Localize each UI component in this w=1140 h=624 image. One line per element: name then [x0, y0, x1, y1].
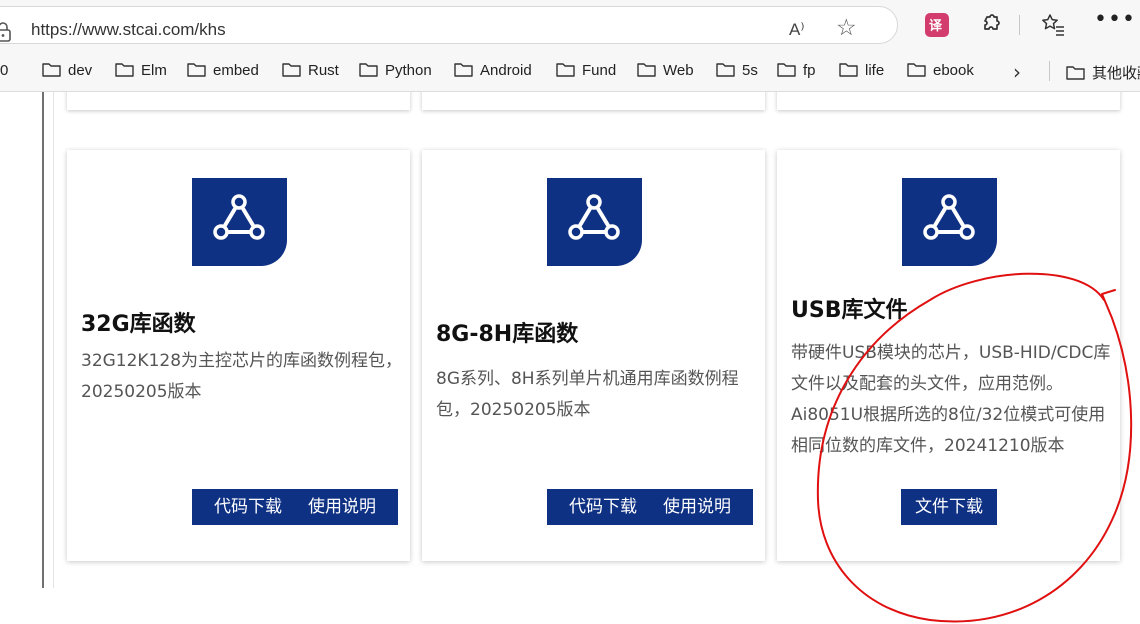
card-description: 32G12K128为主控芯片的库函数例程包，20250205版本	[81, 351, 403, 402]
card-description: 8G系列、8H系列单片机通用库函数例程包，20250205版本	[436, 369, 739, 420]
previous-row-card-3	[777, 92, 1120, 110]
previous-row-card-2	[422, 92, 765, 110]
bookmark-label: embed	[213, 62, 259, 79]
bookmark-folder[interactable]: Web	[637, 62, 694, 82]
folder-icon	[454, 63, 473, 77]
card-logo	[192, 178, 287, 266]
bookmark-label: ebook	[933, 62, 974, 79]
browser-toolbar: https://www.stcai.com/khs A⁾ ☆ 译 •••	[0, 0, 1140, 50]
code-download-button[interactable]: 代码下载	[201, 489, 295, 525]
bookmark-label: life	[865, 62, 885, 79]
folder-icon	[115, 63, 134, 77]
more-menu-button[interactable]: •••	[1094, 9, 1136, 31]
bookmark-label: Python	[385, 62, 432, 79]
card-title: USB库文件	[791, 298, 908, 323]
bookmark-folder[interactable]: 5s	[716, 62, 758, 82]
folder-icon	[187, 63, 206, 77]
card-8g-8h-library: 8G-8H库函数 8G系列、8H系列单片机通用库函数例程包，20250205版本…	[422, 150, 765, 561]
bookmark-folder[interactable]: Python	[359, 62, 432, 82]
card-32g-library: 32G库函数 32G12K128为主控芯片的库函数例程包，20250205版本 …	[67, 150, 410, 561]
toolbar-separator	[1019, 15, 1020, 35]
bookmark-folder[interactable]: dev	[42, 62, 92, 82]
svg-text:译: 译	[929, 19, 943, 34]
bookmark-folder[interactable]: Android	[454, 62, 532, 82]
folder-icon	[637, 63, 656, 77]
bookmark-folder[interactable]: ebook	[907, 62, 974, 82]
folder-icon	[777, 63, 796, 77]
translate-icon[interactable]: 译	[924, 12, 950, 38]
bookmark-label: dev	[68, 62, 93, 79]
lock-icon[interactable]	[0, 21, 12, 43]
share-nodes-icon	[923, 194, 975, 240]
bookmark-folder[interactable]: Elm	[115, 62, 167, 82]
folder-icon	[282, 63, 301, 77]
favorite-star-icon[interactable]: ☆	[836, 17, 857, 40]
share-nodes-icon	[213, 194, 265, 240]
share-nodes-icon	[568, 194, 620, 240]
card-usb-library: USB库文件 带硬件USB模块的芯片，USB-HID/CDC库文件以及配套的头文…	[777, 150, 1120, 561]
folder-icon	[359, 63, 378, 77]
bookmark-label: Web	[663, 62, 694, 79]
bookmarks-separator	[1049, 61, 1050, 81]
code-download-button[interactable]: 代码下载	[556, 489, 650, 525]
card-description: 带硬件USB模块的芯片，USB-HID/CDC库文件以及配套的头文件，应用范例。…	[791, 343, 1111, 456]
bookmark-folder[interactable]: fp	[777, 62, 816, 82]
card-button-group: 代码下载 使用说明	[192, 489, 398, 525]
bookmark-label: 5s	[742, 62, 758, 79]
bookmark-label: Fund	[582, 62, 617, 79]
previous-row-card-1	[67, 92, 410, 110]
bookmark-folder[interactable]: embed	[187, 62, 259, 82]
folder-icon	[556, 63, 575, 77]
favorites-icon[interactable]	[1040, 12, 1066, 38]
folder-icon	[1066, 66, 1085, 80]
page-content: 32G库函数 32G12K128为主控芯片的库函数例程包，20250205版本 …	[0, 92, 1140, 624]
bookmark-label: Android	[480, 62, 532, 79]
file-download-button[interactable]: 文件下载	[901, 489, 997, 525]
usage-guide-button[interactable]: 使用说明	[295, 489, 389, 525]
address-bar[interactable]: https://www.stcai.com/khs A⁾ ☆	[0, 6, 898, 44]
folder-icon	[716, 63, 735, 77]
bookmark-folder[interactable]: life	[839, 62, 884, 82]
left-border-line-light	[53, 92, 54, 588]
bookmark-folder[interactable]: Fund	[556, 62, 616, 82]
card-title: 32G库函数	[81, 312, 196, 337]
bookmark-folder[interactable]: Rust	[282, 62, 339, 82]
bookmark-label: Elm	[141, 62, 167, 79]
left-border-line	[42, 92, 44, 588]
folder-icon	[42, 63, 61, 77]
folder-icon	[907, 63, 926, 77]
bookmark-label: 其他收藏	[1092, 65, 1140, 82]
card-logo	[902, 178, 997, 266]
card-title: 8G-8H库函数	[436, 322, 579, 347]
bookmark-label: Rust	[308, 62, 339, 79]
extensions-icon[interactable]	[978, 12, 1004, 38]
read-aloud-icon[interactable]: A⁾	[789, 20, 805, 40]
bookmark-folder[interactable]: 0	[0, 62, 8, 82]
bookmark-label: fp	[803, 62, 816, 79]
bookmark-label: 0	[0, 62, 9, 79]
card-logo	[547, 178, 642, 266]
folder-icon	[839, 63, 858, 77]
bookmarks-overflow-chevron-icon[interactable]: ›	[1013, 60, 1021, 84]
url-text[interactable]: https://www.stcai.com/khs	[31, 20, 226, 40]
usage-guide-button[interactable]: 使用说明	[650, 489, 744, 525]
card-button-group: 代码下载 使用说明	[547, 489, 753, 525]
other-favorites-folder[interactable]: 其他收藏	[1066, 62, 1140, 82]
